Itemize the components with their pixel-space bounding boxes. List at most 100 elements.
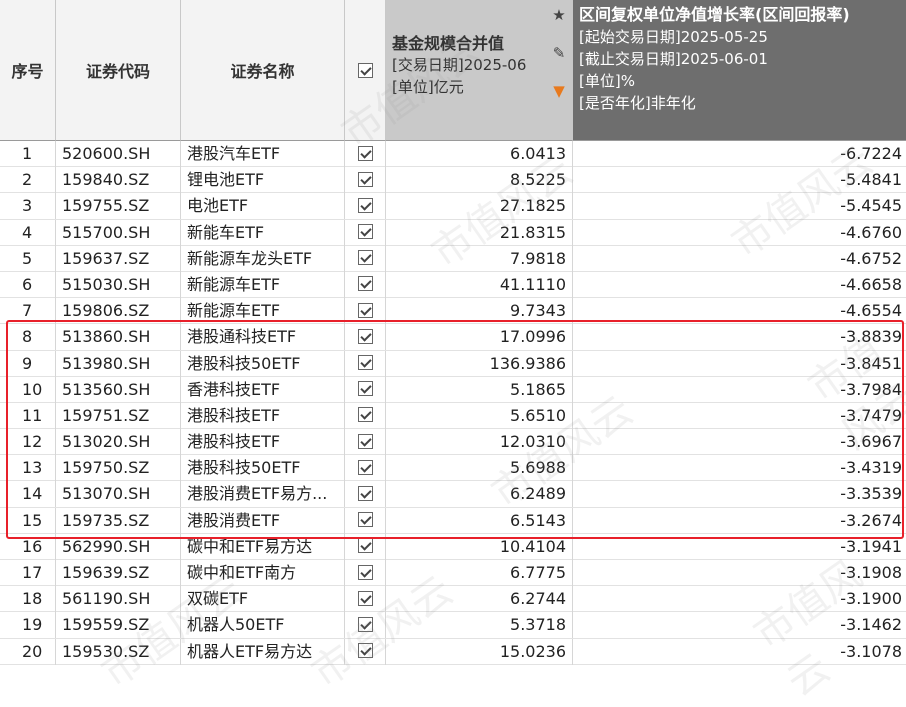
row-name: 锂电池ETF: [181, 167, 345, 194]
row-checkbox-cell[interactable]: [345, 402, 386, 429]
row-name: 碳中和ETF易方达: [181, 533, 345, 560]
row-checkbox[interactable]: [357, 224, 373, 240]
row-checkbox-cell[interactable]: [345, 350, 386, 377]
row-checkbox-cell[interactable]: [345, 612, 386, 639]
row-checkbox[interactable]: [357, 328, 373, 344]
row-checkbox[interactable]: [357, 590, 373, 606]
row-name: 港股消费ETF易方...: [181, 481, 345, 508]
row-fund-size: 6.2489: [386, 481, 573, 508]
row-checkbox[interactable]: [357, 459, 373, 475]
table-row[interactable]: 5 159637.SZ 新能源车龙头ETF 7.9818 -4.6752: [0, 245, 906, 272]
table-row[interactable]: 14 513070.SH 港股消费ETF易方... 6.2489 -3.3539: [0, 481, 906, 508]
table-row[interactable]: 1 520600.SH 港股汽车ETF 6.0413 -6.7224: [0, 141, 906, 168]
row-checkbox-cell[interactable]: [345, 560, 386, 586]
table-row[interactable]: 7 159806.SZ 新能源车ETF 9.7343 -4.6554: [0, 298, 906, 325]
row-checkbox[interactable]: [357, 512, 373, 528]
row-checkbox[interactable]: [357, 538, 373, 554]
table-row[interactable]: 2 159840.SZ 锂电池ETF 8.5225 -5.4841: [0, 167, 906, 194]
row-return: -4.6554: [840, 301, 902, 321]
row-return: -4.6658: [840, 274, 902, 294]
table-row[interactable]: 6 515030.SH 新能源车ETF 41.1110 -4.6658: [0, 271, 906, 299]
row-checkbox[interactable]: [357, 171, 373, 187]
row-checkbox-cell[interactable]: [345, 271, 386, 298]
row-fund-size: 7.9818: [386, 245, 573, 272]
row-checkbox-cell[interactable]: [345, 429, 386, 456]
row-checkbox[interactable]: [357, 276, 373, 292]
table-row[interactable]: 20 159530.SZ 机器人ETF易方达 15.0236 -3.1078: [0, 638, 906, 665]
row-checkbox-cell[interactable]: [345, 298, 386, 325]
row-checkbox[interactable]: [357, 564, 373, 580]
table-row[interactable]: 15 159735.SZ 港股消费ETF 6.5143 -3.2674: [0, 507, 906, 534]
row-checkbox[interactable]: [357, 145, 373, 161]
row-fund-size: 5.6510: [386, 402, 573, 429]
row-name: 港股通科技ETF: [181, 324, 345, 351]
select-all-checkbox[interactable]: [357, 62, 373, 78]
row-checkbox-cell[interactable]: [345, 481, 386, 508]
filter-icon[interactable]: ▼: [550, 82, 568, 100]
row-checkbox[interactable]: [357, 355, 373, 370]
row-code: 515700.SH: [56, 219, 181, 246]
row-checkbox-cell[interactable]: [345, 533, 386, 560]
header-code[interactable]: 证券代码: [56, 0, 181, 141]
header-select-all[interactable]: [345, 0, 386, 141]
row-checkbox-cell[interactable]: [345, 219, 386, 246]
table-row[interactable]: 16 562990.SH 碳中和ETF易方达 10.4104 -3.1941: [0, 533, 906, 560]
table-row[interactable]: 19 159559.SZ 机器人50ETF 5.3718 -3.1462: [0, 612, 906, 639]
row-name: 新能源车龙头ETF: [181, 245, 345, 272]
row-checkbox-cell[interactable]: [345, 193, 386, 220]
row-code: 159530.SZ: [56, 638, 181, 665]
header-name[interactable]: 证券名称: [181, 0, 345, 141]
header-index[interactable]: 序号: [0, 0, 56, 141]
row-checkbox[interactable]: [357, 250, 373, 266]
row-checkbox[interactable]: [357, 616, 373, 632]
row-checkbox-cell[interactable]: [345, 376, 386, 403]
row-index: 11: [0, 402, 56, 429]
row-checkbox[interactable]: [357, 643, 373, 659]
table-row[interactable]: 4 515700.SH 新能车ETF 21.8315 -4.6760: [0, 219, 906, 246]
row-code: 520600.SH: [56, 141, 181, 167]
row-checkbox[interactable]: [357, 407, 373, 423]
row-index: 5: [0, 245, 56, 272]
row-checkbox-cell[interactable]: [345, 245, 386, 272]
row-index: 4: [0, 219, 56, 246]
table-row[interactable]: 11 159751.SZ 港股科技ETF 5.6510 -3.7479: [0, 402, 906, 430]
row-checkbox-cell[interactable]: [345, 141, 386, 167]
row-return: -4.6760: [840, 222, 902, 242]
row-checkbox[interactable]: [357, 381, 373, 397]
row-code: 159840.SZ: [56, 167, 181, 194]
table-row[interactable]: 3 159755.SZ 电池ETF 27.1825 -5.4545: [0, 193, 906, 220]
header-return[interactable]: 区间复权单位净值增长率(区间回报率) [起始交易日期]2025-05-25 [截…: [573, 0, 906, 141]
row-index: 9: [0, 350, 56, 377]
table-row[interactable]: 10 513560.SH 香港科技ETF 5.1865 -3.7984: [0, 376, 906, 403]
row-checkbox-cell[interactable]: [345, 455, 386, 482]
header-fund-size[interactable]: 基金规模合并值 [交易日期]2025-06 [单位]亿元 ★ ✎ ▼: [386, 0, 573, 141]
table-row[interactable]: 8 513860.SH 港股通科技ETF 17.0996 -3.8839: [0, 324, 906, 351]
table-row[interactable]: 12 513020.SH 港股科技ETF 12.0310 -3.6967: [0, 429, 906, 456]
star-icon[interactable]: ★: [550, 6, 568, 24]
pencil-icon[interactable]: ✎: [550, 44, 568, 62]
row-fund-size: 6.5143: [386, 507, 573, 534]
table-row[interactable]: 18 561190.SH 双碳ETF 6.2744 -3.1900: [0, 586, 906, 613]
table-row[interactable]: 17 159639.SZ 碳中和ETF南方 6.7775 -3.1908: [0, 560, 906, 587]
row-name: 港股科技ETF: [181, 429, 345, 456]
row-fund-size: 136.9386: [386, 350, 573, 377]
row-checkbox-cell[interactable]: [345, 586, 386, 613]
row-name: 港股汽车ETF: [181, 141, 345, 167]
row-checkbox[interactable]: [357, 302, 373, 318]
table-body: 1 520600.SH 港股汽车ETF 6.0413 -6.7224 2 159840.SZ…: [0, 141, 906, 665]
table-row[interactable]: 9 513980.SH 港股科技50ETF 136.9386 -3.8451: [0, 350, 906, 377]
row-checkbox-cell[interactable]: [345, 324, 386, 351]
table-row[interactable]: 13 159750.SZ 港股科技50ETF 5.6988 -3.4319: [0, 455, 906, 482]
row-checkbox-cell[interactable]: [345, 638, 386, 665]
row-code: 159637.SZ: [56, 245, 181, 272]
row-checkbox-cell[interactable]: [345, 167, 386, 194]
row-checkbox[interactable]: [357, 485, 373, 501]
row-fund-size: 6.0413: [386, 141, 573, 167]
row-name: 港股科技50ETF: [181, 455, 345, 482]
row-checkbox[interactable]: [357, 197, 373, 213]
row-index: 18: [0, 586, 56, 613]
row-checkbox[interactable]: [357, 433, 373, 449]
row-checkbox-cell[interactable]: [345, 507, 386, 534]
row-code: 159639.SZ: [56, 560, 181, 586]
row-index: 19: [0, 612, 56, 639]
